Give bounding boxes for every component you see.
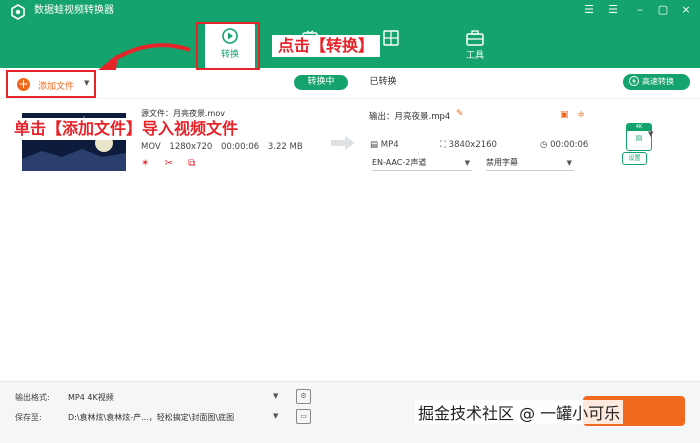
menu-button[interactable]: ☰ <box>606 3 620 17</box>
output-format-label: 输出格式: <box>15 393 50 402</box>
output-format: ▤ MP4 <box>370 140 399 150</box>
minimize-icon[interactable]: – <box>633 3 647 17</box>
toolbox-icon <box>466 30 484 46</box>
expand-icon: ⛶ <box>440 140 446 150</box>
output-file-name: 输出：月亮夜景.mp4 <box>369 112 451 122</box>
scissors-icon[interactable]: ✂ <box>165 158 173 169</box>
output-format-select[interactable]: MP4 4K视频 <box>68 392 114 403</box>
compress-icon[interactable]: ≑ <box>577 110 585 120</box>
source-tools: ✶ ✂ ⧉ <box>141 158 207 169</box>
subtitle-value: 禁用字幕 <box>486 158 518 167</box>
maximize-icon[interactable]: ▢ <box>656 3 670 17</box>
folder-icon[interactable]: ▭ <box>296 409 311 424</box>
annotation-arrow-icon <box>98 43 191 70</box>
lightning-icon <box>629 76 639 86</box>
highlight-box-convert <box>196 22 260 70</box>
subtitle-select[interactable]: 禁用字幕 ▼ <box>486 156 574 171</box>
tab-tools-label: 工具 <box>465 51 484 61</box>
add-file-label: 添加文件 <box>38 82 75 92</box>
save-path-select[interactable]: D:\袁林炫\袁林炫-产...，轻松搞定\封面图\底图 <box>68 412 234 423</box>
output-duration: ◷ 00:00:06 <box>540 140 588 150</box>
source-info: MOV 1280x720 00:00:06 3.22 MB <box>141 142 309 152</box>
plus-icon: + <box>17 77 30 91</box>
tab-converting[interactable]: 转换中 <box>294 75 348 90</box>
fast-convert-button[interactable]: 高速转换 <box>623 74 690 90</box>
gear-icon[interactable]: ⚙ <box>296 389 311 404</box>
crop-icon[interactable]: ⧉ <box>188 158 195 169</box>
source-duration: 00:00:06 <box>221 142 260 152</box>
clock-icon: ◷ <box>540 140 548 150</box>
chevron-down-icon: ▼ <box>566 159 572 167</box>
source-resolution: 1280x720 <box>169 142 213 152</box>
film-icon: ▤ <box>370 140 379 150</box>
tab-screen[interactable] <box>376 30 406 48</box>
info-icon[interactable]: ▣ <box>560 110 569 120</box>
annotation-add-file: 单击【添加文件】导入视频文件 <box>10 118 243 140</box>
chevron-down-icon[interactable]: ▼ <box>273 392 278 400</box>
edit-icon[interactable]: ✎ <box>456 109 464 119</box>
chevron-down-icon[interactable]: ▼ <box>648 130 653 138</box>
save-to-label: 保存至: <box>15 413 42 422</box>
output-duration-text: 00:00:06 <box>550 140 589 150</box>
layout-icon <box>383 30 399 46</box>
output-resolution: ⛶ 3840x2160 <box>440 140 497 150</box>
tab-tools[interactable]: 工具 <box>460 30 490 61</box>
menu-icon[interactable]: ☰ <box>582 3 596 17</box>
magic-wand-icon[interactable]: ✶ <box>141 158 149 169</box>
output-resolution-text: 3840x2160 <box>448 140 497 150</box>
output-format-text: MP4 <box>380 140 399 150</box>
app-title: 数据蛙视频转换器 <box>34 5 114 16</box>
output-icons: ▣ ≑ <box>560 110 585 120</box>
tab-converted[interactable]: 已转换 <box>356 75 410 90</box>
source-size: 3.22 MB <box>267 142 303 152</box>
close-icon[interactable]: × <box>679 3 693 17</box>
chevron-down-icon[interactable]: ▼ <box>273 412 278 420</box>
settings-button[interactable]: 设置 <box>622 152 647 165</box>
arrow-right-icon <box>331 136 355 150</box>
annotation-click-convert: 点击【转换】 <box>272 35 381 57</box>
app-logo-icon <box>11 4 25 20</box>
fast-convert-label: 高速转换 <box>642 77 674 86</box>
source-format: MOV <box>141 142 161 152</box>
audio-track-value: EN-AAC-2声道 <box>372 158 427 167</box>
chevron-down-icon[interactable]: ▼ <box>84 79 89 87</box>
audio-track-select[interactable]: EN-AAC-2声道 ▼ <box>372 156 472 171</box>
watermark-text: 掘金技术社区 @ 一罐小可乐 <box>415 400 624 424</box>
chevron-down-icon: ▼ <box>464 159 470 167</box>
